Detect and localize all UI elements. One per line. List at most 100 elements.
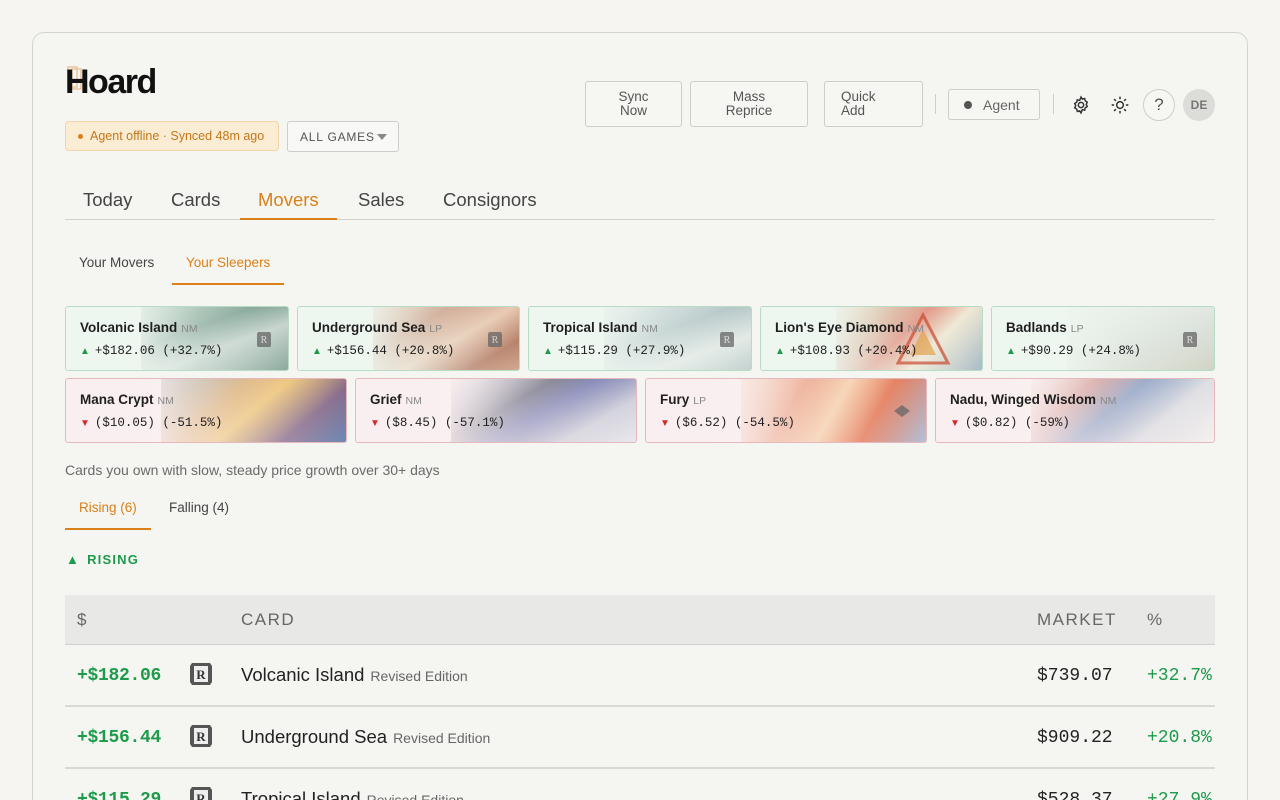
mover-card-title: Badlands bbox=[1006, 320, 1067, 335]
set-symbol-icon bbox=[894, 405, 910, 417]
subtab-your-movers[interactable]: Your Movers bbox=[65, 255, 168, 285]
mover-card-condition: NM bbox=[181, 323, 198, 335]
sync-now-button[interactable]: Sync Now bbox=[585, 81, 682, 127]
toolbar-divider bbox=[1053, 94, 1054, 114]
down-triangle-icon: ▼ bbox=[80, 418, 90, 429]
row-card-name[interactable]: Tropical Island bbox=[241, 788, 361, 800]
row-card-set: Revised Edition bbox=[366, 792, 464, 800]
sun-icon bbox=[1111, 96, 1129, 114]
quick-add-label: Quick Add bbox=[841, 89, 876, 118]
down-triangle-icon: ▼ bbox=[950, 418, 960, 429]
row-market: $528.37 bbox=[1037, 790, 1113, 800]
help-icon: ? bbox=[1154, 95, 1164, 114]
down-triangle-icon: ▼ bbox=[370, 418, 380, 429]
mover-card[interactable]: Badlands LP ▲ +$90.29 (+24.8%) R bbox=[991, 306, 1215, 371]
set-symbol-icon: R bbox=[190, 787, 212, 800]
help-button[interactable]: ? bbox=[1143, 89, 1175, 121]
mover-card-change: ▼ ($10.05) (-51.5%) bbox=[80, 416, 222, 430]
table-row[interactable]: +$115.29 R Tropical Island Revised Editio… bbox=[65, 769, 1215, 800]
col-header-pct[interactable]: % bbox=[1147, 610, 1164, 630]
mover-card[interactable]: Volcanic Island NM ▲ +$182.06 (+32.7%) R bbox=[65, 306, 289, 371]
sleepers-description: Cards you own with slow, steady price gr… bbox=[65, 462, 440, 478]
mover-card[interactable]: Nadu, Winged Wisdom NM ▼ ($0.82) (-59%) bbox=[935, 378, 1215, 443]
mover-card-change-value: +$108.93 (+20.4%) bbox=[789, 344, 918, 358]
tab-movers[interactable]: Movers bbox=[240, 189, 337, 220]
mover-card-condition: NM bbox=[157, 395, 174, 407]
col-header-card[interactable]: CARD bbox=[241, 610, 295, 630]
agent-button[interactable]: Agent bbox=[948, 89, 1040, 120]
mover-card-condition: NM bbox=[1100, 395, 1117, 407]
mover-card-name: Fury LP bbox=[660, 392, 706, 407]
set-symbol-icon: R bbox=[720, 332, 734, 347]
tab-today[interactable]: Today bbox=[65, 189, 150, 220]
mover-card-change: ▼ ($0.82) (-59%) bbox=[950, 416, 1070, 430]
mover-card-title: Mana Crypt bbox=[80, 392, 154, 407]
agent-status-text: Agent offline · Synced 48m ago bbox=[90, 129, 265, 143]
svg-text:R: R bbox=[1187, 335, 1194, 346]
mover-card-condition: LP bbox=[693, 395, 707, 407]
mover-card-name: Mana Crypt NM bbox=[80, 392, 174, 407]
mover-card-condition: LP bbox=[1070, 323, 1084, 335]
mover-card-change-value: ($10.05) (-51.5%) bbox=[94, 416, 223, 430]
row-card-name[interactable]: Volcanic Island bbox=[241, 664, 364, 685]
svg-text:R: R bbox=[261, 335, 268, 346]
mover-card-title: Tropical Island bbox=[543, 320, 638, 335]
status-dot-icon bbox=[78, 133, 83, 139]
svg-text:R: R bbox=[196, 667, 206, 682]
agent-status-badge: Agent offline · Synced 48m ago bbox=[65, 121, 280, 151]
row-card-name[interactable]: Underground Sea bbox=[241, 726, 387, 747]
avatar[interactable]: DE bbox=[1183, 89, 1215, 121]
mover-card-condition: NM bbox=[405, 395, 422, 407]
table-row[interactable]: +$182.06 R Volcanic Island Revised Editio… bbox=[65, 645, 1215, 707]
mass-reprice-button[interactable]: Mass Reprice bbox=[690, 81, 808, 127]
tab-falling[interactable]: Falling (4) bbox=[155, 500, 243, 530]
agent-label: Agent bbox=[983, 96, 1020, 113]
row-card: Volcanic Island Revised Edition bbox=[241, 664, 468, 686]
mover-card[interactable]: Fury LP ▼ ($6.52) (-54.5%) bbox=[645, 378, 927, 443]
sync-now-label: Sync Now bbox=[618, 89, 649, 118]
games-filter-select[interactable]: ALL GAMES bbox=[287, 121, 399, 152]
up-triangle-icon: ▲ bbox=[80, 346, 90, 357]
subtab-your-sleepers[interactable]: Your Sleepers bbox=[172, 255, 285, 285]
toolbar-divider bbox=[935, 94, 936, 114]
settings-button[interactable] bbox=[1065, 89, 1097, 121]
tab-rising[interactable]: Rising (6) bbox=[65, 500, 151, 530]
svg-text:R: R bbox=[196, 729, 206, 744]
mover-card[interactable]: Tropical Island NM ▲ +$115.29 (+27.9%) R bbox=[528, 306, 752, 371]
tab-sales[interactable]: Sales bbox=[340, 189, 422, 220]
mover-card-change-value: +$156.44 (+20.8%) bbox=[326, 344, 455, 358]
mover-card-name: Tropical Island NM bbox=[543, 320, 658, 335]
mover-card[interactable]: Lion's Eye Diamond NM ▲ +$108.93 (+20.4%) bbox=[760, 306, 983, 371]
table-header: $ CARD MARKET % bbox=[65, 595, 1215, 645]
mover-card[interactable]: Grief NM ▼ ($8.45) (-57.1%) bbox=[355, 378, 637, 443]
row-delta: +$156.44 bbox=[77, 728, 162, 748]
mover-card[interactable]: Underground Sea LP ▲ +$156.44 (+20.8%) R bbox=[297, 306, 520, 371]
row-card: Underground Sea Revised Edition bbox=[241, 726, 490, 748]
svg-text:R: R bbox=[724, 335, 731, 346]
tab-cards[interactable]: Cards bbox=[153, 189, 238, 220]
set-symbol-icon: R bbox=[488, 332, 502, 347]
mover-card-condition: NM bbox=[641, 323, 658, 335]
col-header-market[interactable]: MARKET bbox=[1037, 610, 1117, 630]
mover-card-change: ▲ +$90.29 (+24.8%) bbox=[1006, 344, 1141, 358]
mass-reprice-label: Mass Reprice bbox=[725, 89, 773, 118]
row-pct: +32.7% bbox=[1147, 666, 1212, 686]
agent-status-dot-icon bbox=[964, 100, 972, 109]
theme-toggle-button[interactable] bbox=[1104, 89, 1136, 121]
row-card-set: Revised Edition bbox=[393, 730, 491, 746]
col-header-delta[interactable]: $ bbox=[77, 610, 88, 630]
mover-card-name: Volcanic Island NM bbox=[80, 320, 198, 335]
mover-card-condition: LP bbox=[429, 323, 443, 335]
mover-card-change: ▲ +$182.06 (+32.7%) bbox=[80, 344, 222, 358]
quick-add-button[interactable]: Quick Add bbox=[824, 81, 923, 127]
set-symbol-icon: R bbox=[190, 663, 212, 685]
app-window: Hoard Agent offline · Synced 48m ago ALL… bbox=[32, 32, 1248, 800]
set-symbol-icon: R bbox=[1183, 332, 1197, 347]
mover-card-change-value: ($0.82) (-59%) bbox=[964, 416, 1070, 430]
tab-consignors[interactable]: Consignors bbox=[425, 189, 555, 220]
avatar-initials: DE bbox=[1190, 98, 1208, 112]
set-symbol-icon: R bbox=[190, 725, 212, 747]
mover-card[interactable]: Mana Crypt NM ▼ ($10.05) (-51.5%) bbox=[65, 378, 347, 443]
table-row[interactable]: +$156.44 R Underground Sea Revised Editio… bbox=[65, 707, 1215, 769]
rising-section-text: RISING bbox=[87, 552, 140, 567]
